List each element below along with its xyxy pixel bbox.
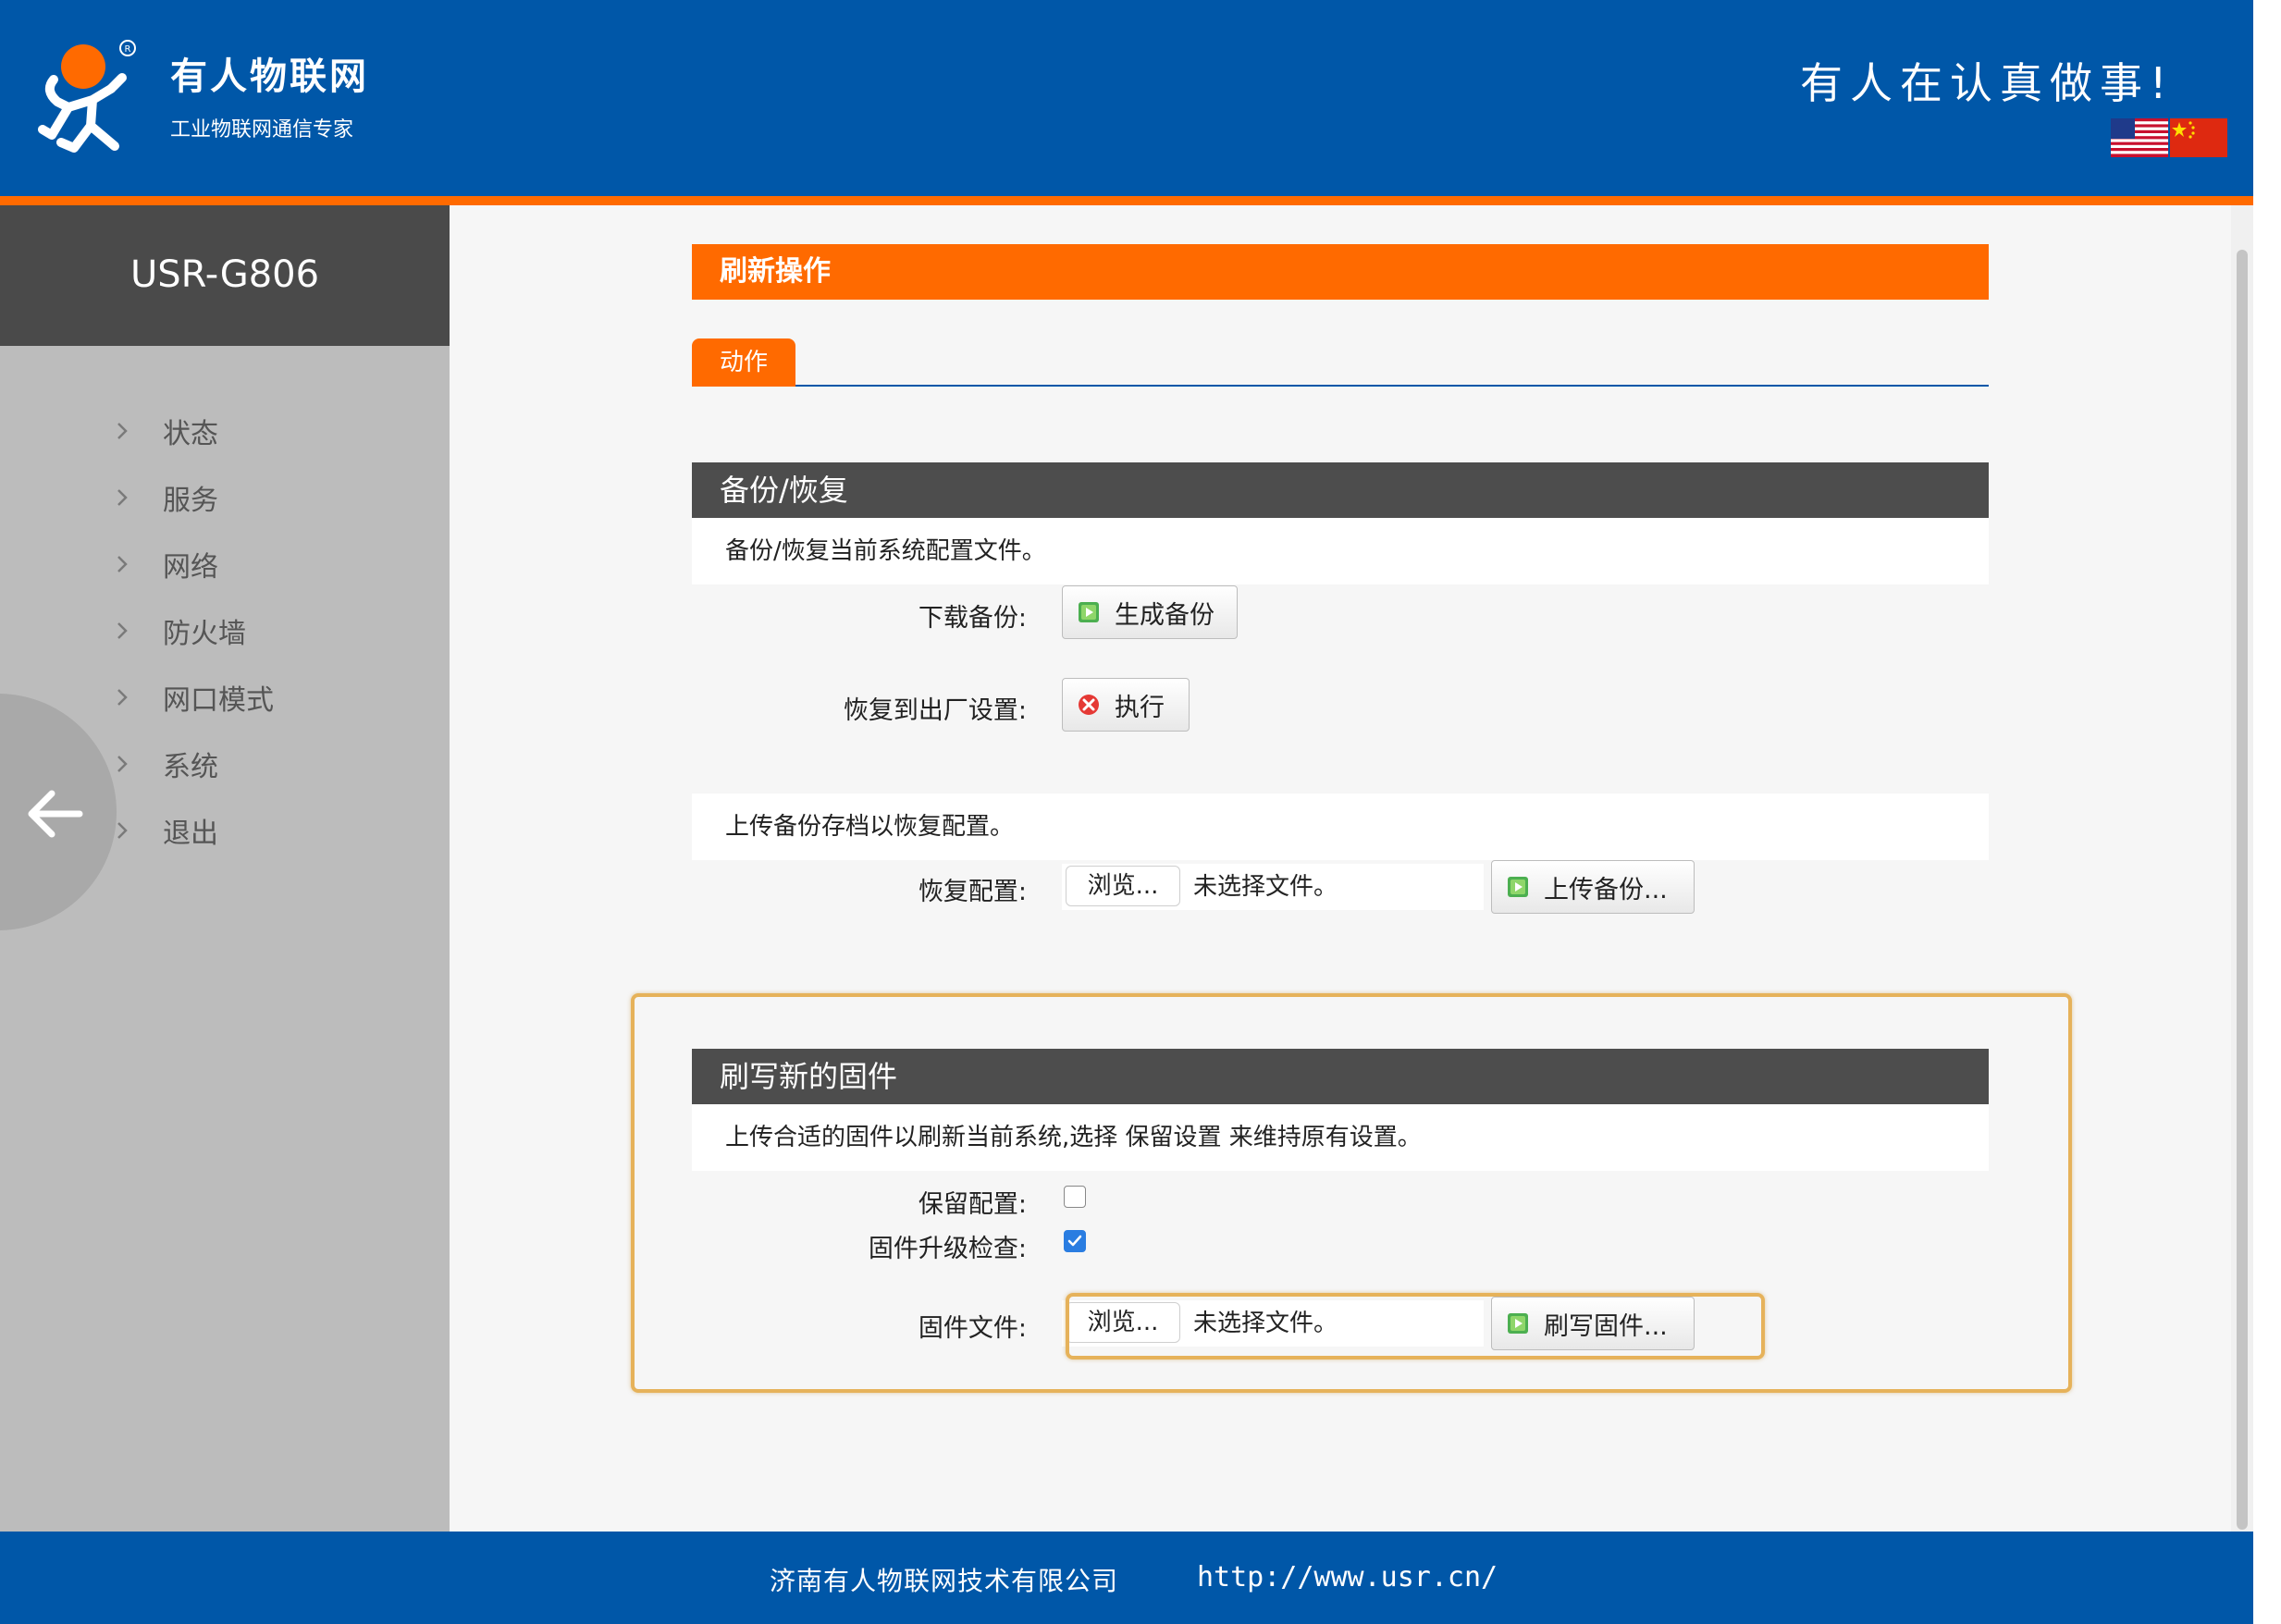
- sidebar-item-label: 网络: [163, 551, 218, 584]
- flash-firmware-button[interactable]: 刷写固件...: [1491, 1297, 1695, 1350]
- keep-config-checkbox[interactable]: [1064, 1186, 1086, 1208]
- brand-subtitle: 工业物联网通信专家: [170, 118, 354, 141]
- sidebar-item-firewall[interactable]: 防火墙: [111, 597, 274, 664]
- sidebar-nav: 状态 服务 网络 防火墙 网口模式 系统 退出: [111, 398, 274, 864]
- device-box: USR-G806: [0, 205, 450, 346]
- sidebar-item-label: 退出: [163, 818, 218, 850]
- sidebar-item-system[interactable]: 系统: [111, 731, 274, 797]
- footer-bar: [0, 1532, 2253, 1624]
- chevron-right-icon: [111, 420, 133, 442]
- firmware-file-input: 浏览... 未选择文件。: [1062, 1300, 1484, 1347]
- play-icon: [1079, 602, 1099, 622]
- download-backup-label: 下载备份:: [918, 604, 1027, 633]
- chevron-right-icon: [111, 753, 133, 775]
- sidebar: USR-G806 状态 服务 网络 防火墙 网口模式 系统 退出: [0, 205, 450, 1532]
- flash-firmware-label: 刷写固件...: [1544, 1311, 1668, 1341]
- chevron-right-icon: [111, 686, 133, 708]
- firmware-check-checkbox[interactable]: [1064, 1230, 1086, 1252]
- chevron-right-icon: [111, 620, 133, 642]
- window-edge: [2253, 0, 2281, 1624]
- sidebar-item-port-mode[interactable]: 网口模式: [111, 664, 274, 731]
- backup-description: 备份/恢复当前系统配置文件。: [692, 518, 1989, 584]
- sidebar-item-label: 服务: [163, 485, 218, 517]
- play-icon: [1508, 877, 1528, 897]
- device-name: USR-G806: [129, 253, 320, 296]
- execute-label: 执行: [1115, 693, 1165, 722]
- chevron-right-icon: [111, 553, 133, 575]
- upload-backup-description: 上传备份存档以恢复配置。: [692, 794, 1989, 860]
- sidebar-item-label: 系统: [163, 751, 218, 783]
- tab-actions[interactable]: 动作: [692, 338, 795, 387]
- restore-file-input: 浏览... 未选择文件。: [1062, 864, 1484, 910]
- sidebar-item-label: 状态: [163, 418, 218, 450]
- footer-company: 济南有人物联网技术有限公司: [770, 1566, 1119, 1596]
- sidebar-item-label: 网口模式: [163, 684, 274, 717]
- back-arrow-icon: [28, 790, 83, 838]
- sidebar-item-network[interactable]: 网络: [111, 531, 274, 597]
- firmware-section-heading: 刷写新的固件: [692, 1049, 1989, 1104]
- firmware-file-status: 未选择文件。: [1193, 1310, 1338, 1337]
- scrollbar[interactable]: [2231, 205, 2253, 1532]
- tab-underline: [692, 385, 1989, 387]
- sidebar-item-logout[interactable]: 退出: [111, 797, 274, 864]
- upload-backup-label: 上传备份...: [1544, 875, 1668, 904]
- generate-backup-button[interactable]: 生成备份: [1062, 585, 1238, 639]
- factory-reset-label: 恢复到出厂设置:: [843, 696, 1027, 725]
- chevron-right-icon: [111, 819, 133, 842]
- logo-icon: R: [38, 40, 136, 153]
- sidebar-item-status[interactable]: 状态: [111, 398, 274, 464]
- flag-cn-icon[interactable]: [2170, 118, 2227, 157]
- firmware-description: 上传合适的固件以刷新当前系统,选择 保留设置 来维持原有设置。: [692, 1104, 1989, 1171]
- restore-file-status: 未选择文件。: [1193, 873, 1338, 901]
- firmware-browse-button[interactable]: 浏览...: [1066, 1302, 1180, 1343]
- reset-icon: [1079, 695, 1099, 715]
- sidebar-item-services[interactable]: 服务: [111, 464, 274, 531]
- brand-name: 有人物联网: [170, 55, 369, 98]
- page-title: 刷新操作: [692, 244, 1989, 300]
- play-icon: [1508, 1313, 1528, 1334]
- upload-backup-button[interactable]: 上传备份...: [1491, 860, 1695, 914]
- flag-us-icon[interactable]: [2111, 118, 2168, 157]
- backup-section-heading: 备份/恢复: [692, 462, 1989, 518]
- svg-text:R: R: [125, 44, 131, 55]
- restore-browse-button[interactable]: 浏览...: [1066, 866, 1180, 906]
- scrollbar-thumb[interactable]: [2237, 250, 2248, 1530]
- firmware-check-label: 固件升级检查:: [868, 1235, 1027, 1263]
- header-accent-line: [0, 196, 2253, 205]
- checkmark-icon: [1067, 1235, 1082, 1247]
- restore-config-label: 恢复配置:: [918, 878, 1027, 906]
- keep-config-label: 保留配置:: [918, 1190, 1027, 1219]
- slogan: 有人在认真做事!: [1800, 58, 2175, 108]
- factory-reset-execute-button[interactable]: 执行: [1062, 678, 1190, 732]
- footer-url-link[interactable]: http://www.usr.cn/: [1197, 1561, 1498, 1593]
- generate-backup-label: 生成备份: [1115, 600, 1214, 630]
- firmware-file-label: 固件文件:: [918, 1314, 1027, 1343]
- sidebar-item-label: 防火墙: [163, 618, 246, 650]
- chevron-right-icon: [111, 486, 133, 509]
